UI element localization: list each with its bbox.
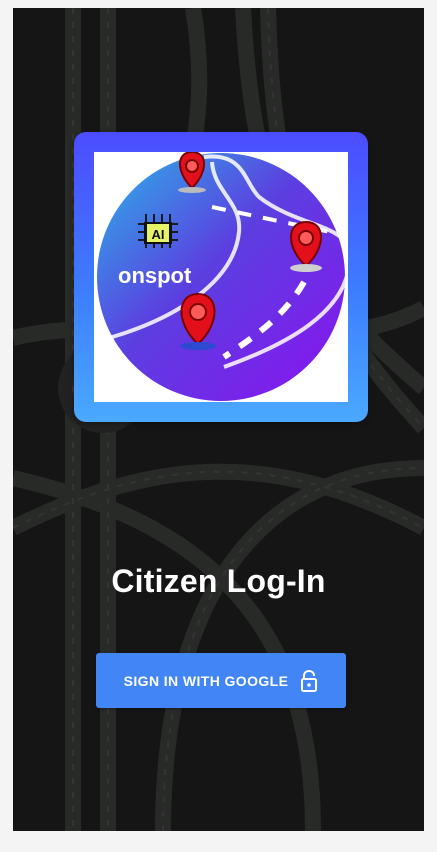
app-logo: AI onspot	[94, 152, 348, 402]
page-title: Citizen Log-In	[111, 563, 326, 599]
login-screen: AI onspot Citizen Log-In SIGN IN WITH GO…	[13, 8, 424, 831]
logo-card: AI onspot	[74, 132, 368, 422]
svg-text:AI: AI	[152, 227, 165, 242]
sign-in-with-google-button[interactable]: SIGN IN WITH GOOGLE	[96, 653, 346, 708]
lock-open-icon	[300, 669, 318, 692]
sign-in-label: SIGN IN WITH GOOGLE	[123, 672, 289, 689]
logo-wordmark: onspot	[118, 263, 192, 288]
